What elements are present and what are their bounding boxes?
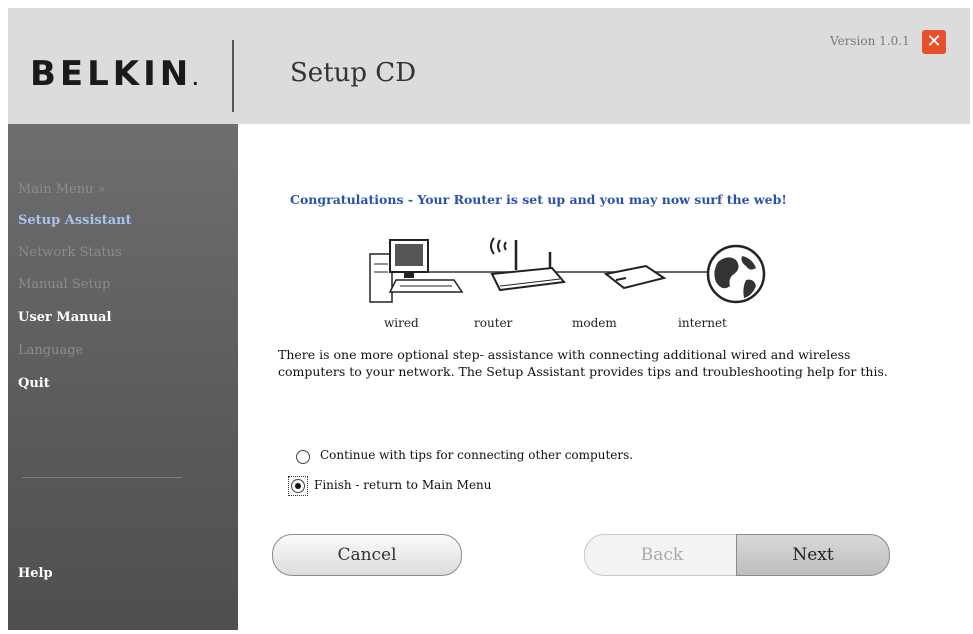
option-label-finish: Finish - return to Main Menu (314, 478, 492, 492)
sidebar-item-network-status[interactable]: Network Status (18, 245, 122, 260)
radio-continue-tips[interactable] (296, 450, 310, 464)
sidebar-item-quit[interactable]: Quit (18, 376, 50, 391)
sidebar-item-main-menu[interactable]: Main Menu » (18, 182, 106, 197)
next-button[interactable]: Next (736, 534, 890, 576)
sidebar-item-user-manual[interactable]: User Manual (18, 310, 111, 325)
diagram-label-modem: modem (572, 316, 617, 330)
sidebar: Main Menu » Setup Assistant Network Stat… (8, 124, 238, 630)
cancel-button[interactable]: Cancel (272, 534, 462, 576)
sidebar-item-manual-setup[interactable]: Manual Setup (18, 277, 110, 292)
congratulations-message: Congratulations - Your Router is set up … (290, 192, 787, 207)
modem-icon (603, 264, 667, 290)
computer-icon (369, 239, 464, 303)
sidebar-divider (22, 477, 182, 478)
header-bar: BELKIN. Setup CD Version 1.0.1 ✕ (8, 8, 970, 124)
back-button[interactable]: Back (584, 534, 740, 576)
radio-finish[interactable] (291, 479, 305, 493)
close-icon[interactable]: ✕ (922, 30, 946, 54)
sidebar-item-help[interactable]: Help (18, 566, 53, 581)
router-icon (490, 237, 566, 292)
diagram-label-wired: wired (384, 316, 419, 330)
app-title: Setup CD (290, 58, 417, 88)
option-label-continue: Continue with tips for connecting other … (320, 448, 634, 462)
version-label: Version 1.0.1 (830, 34, 910, 48)
sidebar-item-setup-assistant[interactable]: Setup Assistant (18, 213, 132, 228)
diagram-label-internet: internet (678, 316, 727, 330)
instructions-text: There is one more optional step- assista… (278, 347, 888, 379)
diagram-label-router: router (474, 316, 513, 330)
globe-icon (706, 244, 766, 304)
belkin-logo: BELKIN. (30, 54, 199, 94)
setup-window: BELKIN. Setup CD Version 1.0.1 ✕ Main Me… (8, 8, 970, 630)
sidebar-item-language[interactable]: Language (18, 343, 83, 358)
main-content: Congratulations - Your Router is set up … (238, 124, 970, 630)
header-divider (232, 40, 234, 112)
